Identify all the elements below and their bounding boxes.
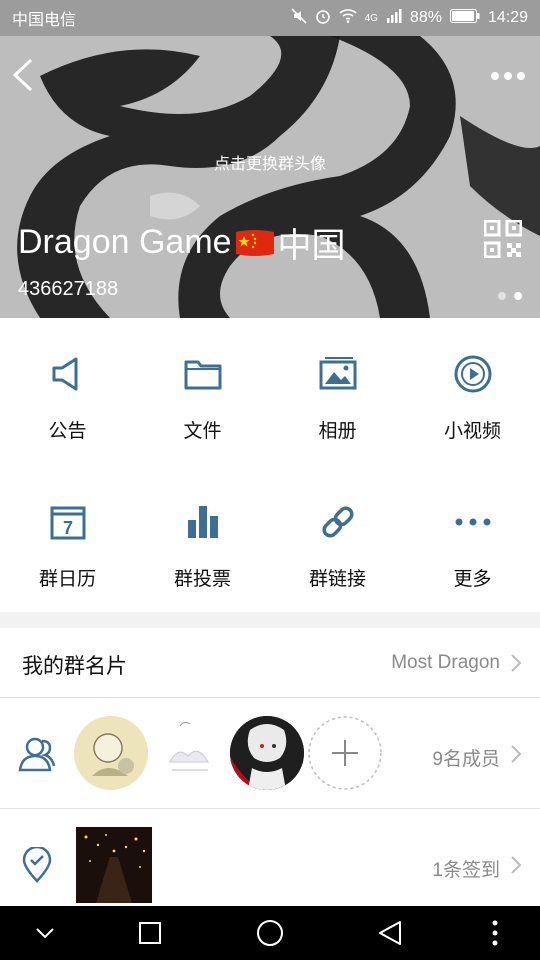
feature-label: 群投票 bbox=[173, 569, 231, 590]
change-avatar-label[interactable]: 点击更换群头像 bbox=[0, 150, 540, 174]
member-avatar[interactable] bbox=[230, 716, 304, 790]
checkin-row[interactable]: 1条签到 bbox=[0, 809, 540, 906]
system-navigation-bar bbox=[0, 906, 540, 960]
battery-label: 88% bbox=[409, 9, 442, 26]
battery-icon bbox=[449, 8, 480, 28]
vertical-dots-icon bbox=[492, 920, 498, 946]
link-icon bbox=[321, 506, 354, 538]
feature-label: 文件 bbox=[183, 421, 222, 442]
checkin-photo[interactable] bbox=[76, 827, 152, 903]
member-avatar[interactable] bbox=[152, 716, 226, 790]
chevron-left-icon bbox=[12, 58, 33, 92]
album-icon bbox=[319, 357, 356, 390]
feature-announcement[interactable]: 公告 bbox=[0, 354, 135, 443]
triangle-back-icon bbox=[379, 921, 401, 945]
member-count: 9名成员 bbox=[432, 749, 500, 770]
megaphone-icon bbox=[52, 357, 77, 391]
more-button[interactable] bbox=[490, 68, 526, 86]
plus-icon bbox=[308, 716, 382, 790]
feature-label: 小视频 bbox=[443, 421, 501, 442]
folder-icon bbox=[184, 360, 221, 390]
qr-code-icon bbox=[483, 219, 523, 259]
checkin-count: 1条签到 bbox=[432, 860, 500, 881]
feature-more[interactable]: 更多 bbox=[405, 502, 540, 591]
home-button[interactable] bbox=[245, 906, 295, 960]
chevron-right-icon bbox=[510, 744, 522, 769]
chevron-down-icon bbox=[36, 928, 54, 939]
feature-vote[interactable]: 群投票 bbox=[135, 502, 270, 591]
more-icon bbox=[455, 518, 490, 526]
my-card-label: 我的群名片 bbox=[22, 655, 127, 678]
feature-calendar[interactable]: 7 群日历 bbox=[0, 502, 135, 591]
video-icon bbox=[454, 355, 491, 393]
feature-files[interactable]: 文件 bbox=[135, 354, 270, 443]
menu-button[interactable] bbox=[470, 906, 520, 960]
add-member-button[interactable] bbox=[308, 716, 382, 795]
network-label: 4G bbox=[364, 12, 378, 24]
signal-icon bbox=[386, 8, 402, 28]
qr-code-button[interactable] bbox=[483, 219, 523, 263]
calendar-icon: 7 bbox=[50, 506, 85, 540]
chevron-right-icon bbox=[510, 855, 522, 880]
square-icon bbox=[139, 922, 161, 944]
my-card-value: Most Dragon bbox=[391, 652, 500, 673]
dragon-background-image bbox=[0, 36, 540, 318]
feature-label: 更多 bbox=[453, 569, 492, 590]
calendar-day: 7 bbox=[62, 518, 72, 538]
wifi-icon bbox=[339, 8, 357, 28]
back-button[interactable] bbox=[12, 58, 34, 97]
status-bar: 中国电信 4G 88% 14:29 bbox=[0, 0, 540, 36]
china-flag-icon bbox=[234, 228, 276, 258]
mute-icon bbox=[291, 7, 307, 29]
more-dots-icon bbox=[491, 72, 525, 80]
feature-label: 群日历 bbox=[38, 569, 96, 590]
group-id: 436627188 bbox=[18, 278, 119, 300]
feature-link[interactable]: 群链接 bbox=[270, 502, 405, 591]
group-header[interactable]: 点击更换群头像 Dragon Game 中国 436627188 bbox=[0, 36, 540, 318]
feature-label: 相册 bbox=[318, 421, 357, 442]
feature-album[interactable]: 相册 bbox=[270, 354, 405, 443]
chevron-right-icon bbox=[510, 653, 522, 678]
feature-label: 公告 bbox=[48, 421, 87, 442]
members-row[interactable]: 9名成员 bbox=[0, 698, 540, 809]
recents-button[interactable] bbox=[125, 906, 175, 960]
time-label: 14:29 bbox=[487, 9, 528, 26]
feature-grid: 公告 文件 相册 小视频 7 群日历 群投票 群链接 更多 bbox=[0, 318, 540, 612]
group-name-prefix: Dragon Game bbox=[18, 223, 232, 261]
carrier-label: 中国电信 bbox=[12, 12, 77, 29]
circle-icon bbox=[257, 920, 283, 946]
group-name: Dragon Game 中国 bbox=[18, 218, 346, 267]
page-indicator bbox=[498, 292, 522, 300]
feature-short-video[interactable]: 小视频 bbox=[405, 354, 540, 443]
alarm-icon bbox=[315, 8, 331, 29]
group-name-suffix: 中国 bbox=[277, 227, 346, 265]
member-avatar[interactable] bbox=[74, 716, 148, 790]
location-check-icon bbox=[22, 845, 52, 888]
hide-nav-button[interactable] bbox=[20, 906, 70, 960]
back-nav-button[interactable] bbox=[365, 906, 415, 960]
feature-label: 群链接 bbox=[308, 569, 366, 590]
page-dot bbox=[498, 292, 506, 300]
page-dot-active bbox=[514, 292, 522, 300]
members-icon bbox=[18, 736, 56, 777]
my-group-card-row[interactable]: 我的群名片 Most Dragon bbox=[0, 628, 540, 698]
bar-chart-icon bbox=[187, 506, 218, 538]
